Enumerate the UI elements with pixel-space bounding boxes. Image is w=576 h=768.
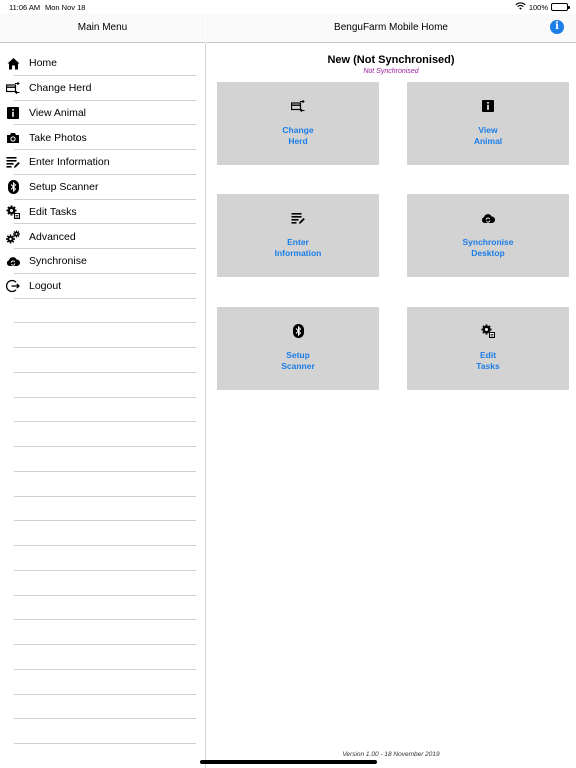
empty-row <box>0 497 205 522</box>
sidebar-item-home[interactable]: Home <box>0 51 205 76</box>
info-square-icon <box>407 98 569 114</box>
sidebar-item-label: Change Herd <box>29 82 92 95</box>
sidebar-item-label: Take Photos <box>29 131 87 144</box>
change-herd-icon <box>217 98 379 114</box>
tile-label: View Animal <box>473 125 503 146</box>
tile-label: Enter Information <box>274 237 322 258</box>
sidebar-item-view-animal[interactable]: View Animal <box>0 101 205 126</box>
battery-percent: 100% <box>528 2 548 12</box>
sync-status-subtitle: Not Synchronised <box>363 68 419 75</box>
tile-label: Edit Tasks <box>476 350 500 371</box>
logout-icon <box>6 279 20 293</box>
tile-label: Synchronise Desktop <box>462 237 514 258</box>
sidebar-item-logout[interactable]: Logout <box>0 274 205 299</box>
empty-row <box>0 719 205 744</box>
tile-synchronise-desktop[interactable]: Synchronise Desktop <box>407 194 569 277</box>
empty-row <box>0 546 205 571</box>
sidebar-item-advanced[interactable]: Advanced <box>0 224 205 249</box>
status-right: 100% <box>515 2 570 12</box>
empty-row <box>0 521 205 546</box>
gear-doc-icon <box>407 323 569 339</box>
empty-row <box>0 299 205 324</box>
empty-row <box>0 323 205 348</box>
edit-notes-icon <box>217 210 379 226</box>
cloud-sync-icon <box>407 210 569 226</box>
empty-row <box>0 447 205 472</box>
sidebar-item-label: Synchronise <box>29 255 87 268</box>
tile-edit-tasks[interactable]: Edit Tasks <box>407 307 569 390</box>
sidebar-item-label: Logout <box>29 280 62 293</box>
bluetooth-icon <box>6 180 20 195</box>
gear-doc-icon <box>6 205 20 219</box>
master-nav-title: Main Menu <box>77 22 128 33</box>
home-icon <box>6 56 20 70</box>
gears-icon <box>6 230 20 244</box>
page-title: New (Not Synchronised) <box>327 54 455 66</box>
status-time: 11:06 AM <box>9 3 41 12</box>
empty-row <box>0 645 205 670</box>
wifi-icon <box>515 2 526 12</box>
tile-change-herd[interactable]: Change Herd <box>217 82 379 165</box>
sidebar-item-label: Home <box>29 57 58 70</box>
sidebar-item-take-photos[interactable]: Take Photos <box>0 125 205 150</box>
sidebar-item-label: Edit Tasks <box>29 205 77 218</box>
empty-row <box>0 373 205 398</box>
empty-row <box>0 695 205 720</box>
sidebar-item-change-herd[interactable]: Change Herd <box>0 76 205 101</box>
sidebar-item-label: Enter Information <box>29 156 110 169</box>
sidebar-item-label: Setup Scanner <box>29 181 99 194</box>
version-label: Version 1.00 - 18 November 2019 <box>342 751 440 758</box>
sidebar-item-synchronise[interactable]: Synchronise <box>0 249 205 274</box>
status-bar: 11:06 AM Mon Nov 18 100% <box>0 0 576 14</box>
tile-label: Change Herd <box>282 125 314 146</box>
empty-row <box>0 571 205 596</box>
cloud-sync-icon <box>6 254 20 268</box>
empty-row <box>0 596 205 621</box>
camera-icon <box>6 131 20 145</box>
empty-row <box>0 670 205 695</box>
sidebar-item-label: Advanced <box>29 230 76 243</box>
info-square-icon <box>6 106 20 120</box>
battery-icon <box>551 3 570 11</box>
home-content: New (Not Synchronised) Not Synchronised … <box>206 43 576 768</box>
home-indicator[interactable] <box>200 760 377 764</box>
status-date: Mon Nov 18 <box>45 3 86 12</box>
edit-notes-icon <box>6 155 20 169</box>
empty-row <box>0 620 205 645</box>
bluetooth-icon <box>217 323 379 339</box>
sidebar-item-setup-scanner[interactable]: Setup Scanner <box>0 175 205 200</box>
detail-nav-title: BenguFarm Mobile Home <box>334 22 448 33</box>
info-icon[interactable]: i <box>550 20 564 34</box>
sidebar-item-label: View Animal <box>29 106 87 119</box>
empty-row <box>0 398 205 423</box>
tile-view-animal[interactable]: View Animal <box>407 82 569 165</box>
tile-label: Setup Scanner <box>281 350 315 371</box>
tile-enter-information[interactable]: Enter Information <box>217 194 379 277</box>
master-nav-bar: Main Menu <box>0 14 205 43</box>
sidebar-item-enter-information[interactable]: Enter Information <box>0 150 205 175</box>
tile-setup-scanner[interactable]: Setup Scanner <box>217 307 379 390</box>
sidebar-menu: Home Change Herd View Animal Take Photos… <box>0 51 205 744</box>
empty-row <box>0 348 205 373</box>
empty-row <box>0 472 205 497</box>
sidebar-item-edit-tasks[interactable]: Edit Tasks <box>0 200 205 225</box>
empty-row <box>0 422 205 447</box>
detail-nav-bar: BenguFarm Mobile Home i <box>206 14 576 43</box>
change-herd-icon <box>6 81 20 95</box>
